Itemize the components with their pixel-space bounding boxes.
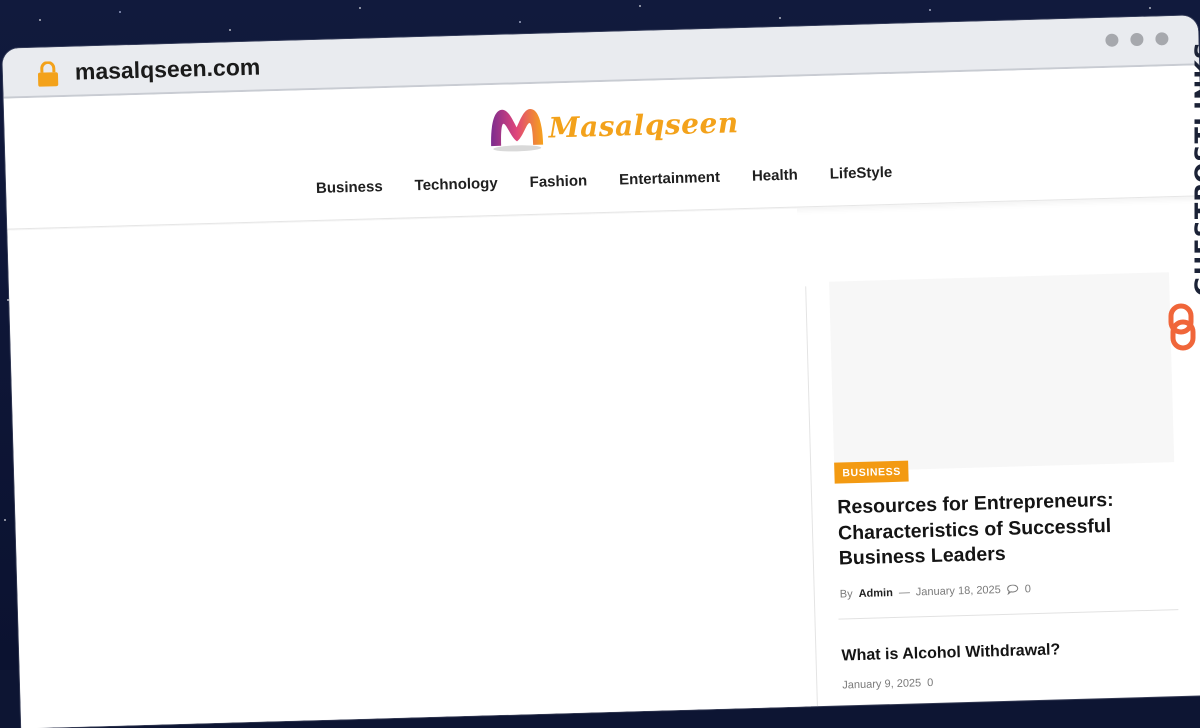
- comment-count[interactable]: 0: [1025, 583, 1031, 595]
- logo-wordmark: Masalqseen: [548, 105, 740, 144]
- nav-item-technology[interactable]: Technology: [414, 175, 498, 194]
- second-post-title[interactable]: What is Alcohol Withdrawal?: [841, 638, 1183, 666]
- by-label: By: [839, 588, 853, 601]
- address-bar-url[interactable]: masalqseen.com: [75, 54, 261, 86]
- main-nav: Business Technology Fashion Entertainmen…: [6, 155, 1200, 205]
- featured-post-image[interactable]: [829, 272, 1175, 472]
- meta-dash: —: [898, 586, 911, 600]
- nav-item-entertainment[interactable]: Entertainment: [619, 169, 720, 189]
- second-post-meta: January 9, 2025 0: [842, 670, 1184, 692]
- window-controls: [1105, 32, 1169, 47]
- main-content-area: [7, 208, 811, 728]
- featured-post-title[interactable]: Resources for Entrepreneurs: Characteris…: [837, 486, 1181, 573]
- browser-window: masalqseen.com Masalqseen Business Techn…: [2, 15, 1200, 728]
- featured-post-meta: By Admin — January 18, 2025 0: [839, 579, 1182, 601]
- post-date: January 9, 2025: [842, 677, 922, 692]
- lock-icon: [37, 61, 59, 87]
- window-dot-icon[interactable]: [1130, 32, 1144, 47]
- nav-item-fashion[interactable]: Fashion: [529, 172, 587, 191]
- nav-item-business[interactable]: Business: [316, 178, 383, 197]
- post-separator: [838, 609, 1179, 620]
- nav-item-health[interactable]: Health: [752, 167, 798, 185]
- window-dot-icon[interactable]: [1155, 32, 1169, 46]
- comment-icon[interactable]: [1007, 584, 1019, 596]
- link-chain-icon: [1168, 303, 1196, 351]
- nav-item-lifestyle[interactable]: LifeStyle: [830, 164, 893, 183]
- site-logo[interactable]: Masalqseen: [486, 94, 739, 157]
- logo-m-icon: [491, 108, 544, 152]
- category-badge[interactable]: BUSINESS: [834, 460, 910, 484]
- window-dot-icon[interactable]: [1105, 33, 1119, 47]
- guestpostlinks-watermark: GUESTPOSTLINKS: [1190, 40, 1200, 296]
- comment-count[interactable]: 0: [927, 677, 933, 689]
- author-link[interactable]: Admin: [858, 587, 893, 600]
- post-date: January 18, 2025: [915, 584, 1002, 599]
- browser-mockup: masalqseen.com Masalqseen Business Techn…: [0, 0, 1200, 728]
- sidebar: BUSINESS Resources for Entrepreneurs: Ch…: [829, 272, 1184, 692]
